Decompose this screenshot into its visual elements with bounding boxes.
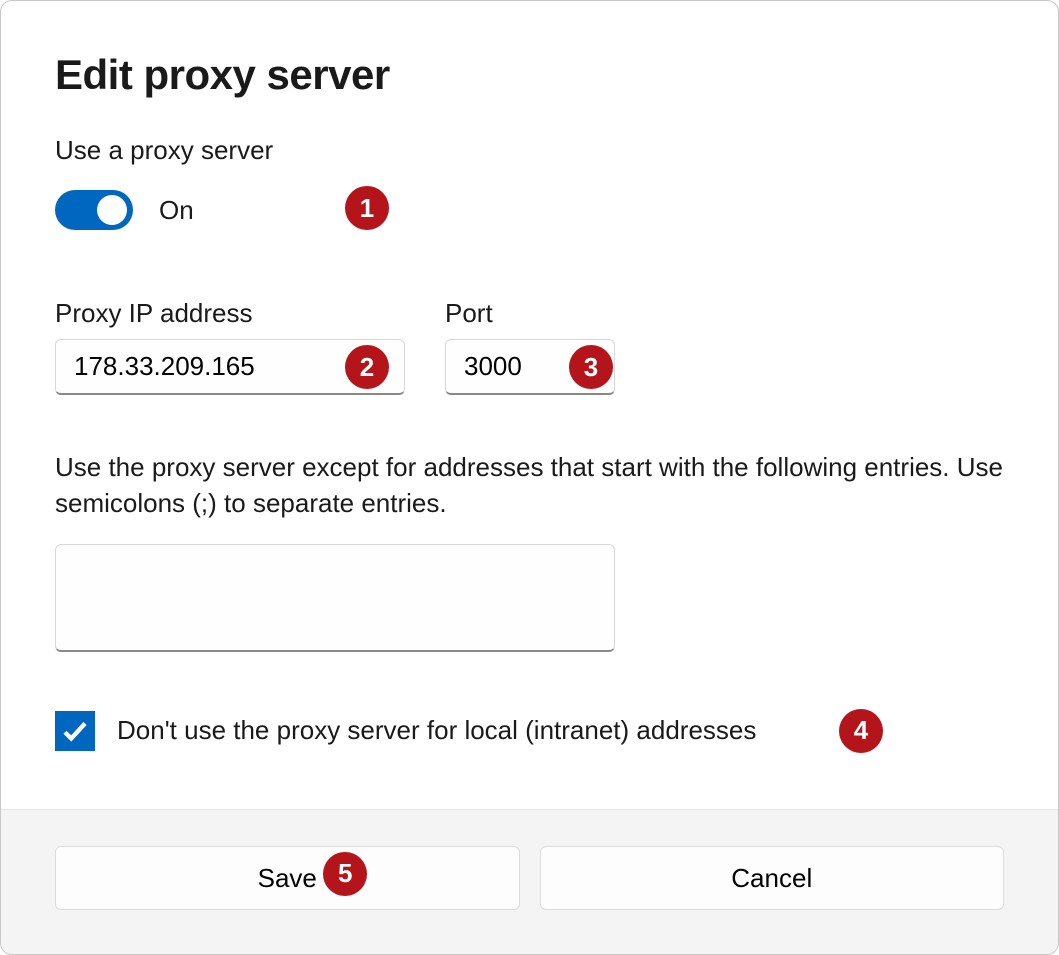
ip-label: Proxy IP address xyxy=(55,298,405,329)
exceptions-input[interactable] xyxy=(55,544,615,652)
dialog-footer: Save 5 Cancel xyxy=(1,809,1058,954)
proxy-port-input[interactable] xyxy=(445,339,615,395)
port-field-group: Port 3 xyxy=(445,298,615,395)
dialog-content: Edit proxy server Use a proxy server On … xyxy=(1,1,1058,809)
annotation-badge: 5 xyxy=(323,852,367,896)
fields-row: Proxy IP address 2 Port 3 xyxy=(55,298,1004,395)
checkbox-label: Don't use the proxy server for local (in… xyxy=(117,715,756,746)
annotation-badge: 4 xyxy=(839,709,883,753)
ip-field-group: Proxy IP address 2 xyxy=(55,298,405,395)
proxy-ip-input[interactable] xyxy=(55,339,405,395)
bypass-local-checkbox[interactable] xyxy=(55,711,95,751)
save-button[interactable]: Save 5 xyxy=(55,846,520,910)
use-proxy-label: Use a proxy server xyxy=(55,135,1004,166)
save-button-label: Save xyxy=(258,863,317,894)
toggle-row: On 1 xyxy=(55,190,1004,230)
checkmark-icon xyxy=(60,716,90,746)
exceptions-description: Use the proxy server except for addresse… xyxy=(55,449,1004,522)
cancel-button-label: Cancel xyxy=(731,863,812,894)
toggle-state-text: On xyxy=(159,195,194,226)
port-label: Port xyxy=(445,298,615,329)
edit-proxy-dialog: Edit proxy server Use a proxy server On … xyxy=(0,0,1059,955)
dialog-title: Edit proxy server xyxy=(55,51,1004,99)
toggle-knob xyxy=(97,195,127,225)
cancel-button[interactable]: Cancel xyxy=(540,846,1005,910)
annotation-badge: 1 xyxy=(345,186,389,230)
use-proxy-toggle[interactable] xyxy=(55,190,133,230)
checkbox-row: Don't use the proxy server for local (in… xyxy=(55,711,1004,751)
